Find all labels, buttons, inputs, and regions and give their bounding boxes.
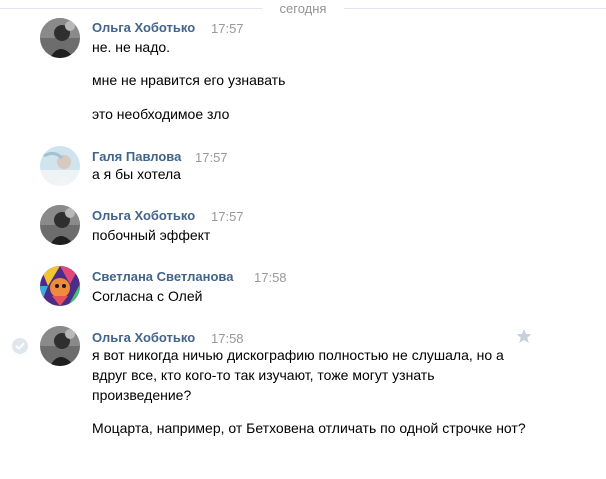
message-text: Моцарта, например, от Бетховена отличать… [92,420,526,436]
author-name[interactable]: Ольга Хоботько [92,330,195,345]
author-name[interactable]: Светлана Светланова [92,269,233,284]
message-text: мне не нравится его узнавать [92,72,286,88]
message-time[interactable]: 17:57 [211,209,244,224]
message-text: это необходимое зло [92,106,230,122]
author-name[interactable]: Ольга Хоботько [92,208,195,223]
date-separator-label: сегодня [279,1,327,16]
message-text: не. не надо. [92,39,171,55]
message-text: побочный эффект [92,227,211,243]
star-icon[interactable] [516,328,532,344]
avatar[interactable] [40,326,80,366]
message-time[interactable]: 17:58 [254,270,287,285]
message-time[interactable]: 17:57 [195,150,228,165]
date-separator: сегодня [0,0,606,18]
message-text: я вот никогда ничью дискографию полность… [92,347,504,403]
message-text: а я бы хотела [92,166,181,182]
separator-line-right [344,8,606,9]
message-time[interactable]: 17:57 [211,21,244,36]
avatar[interactable] [40,266,80,306]
separator-line-left [0,8,262,9]
author-name[interactable]: Ольга Хоботько [92,20,195,35]
message-time[interactable]: 17:58 [211,331,244,346]
avatar[interactable] [40,146,80,186]
avatar[interactable] [40,205,80,245]
author-name[interactable]: Галя Павлова [92,149,181,164]
message-text: Согласна с Олей [92,288,203,304]
check-circle-icon[interactable] [12,338,28,354]
avatar[interactable] [40,18,80,58]
